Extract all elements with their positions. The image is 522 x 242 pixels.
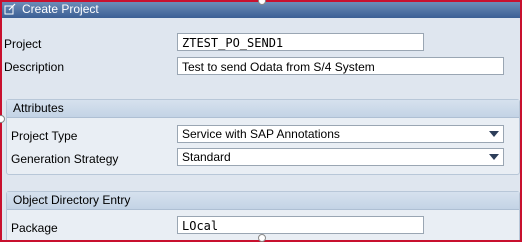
description-field[interactable]: Test to send Odata from S/4 System bbox=[177, 57, 504, 75]
create-project-icon bbox=[4, 3, 16, 15]
project-type-label: Project Type bbox=[11, 129, 78, 143]
generation-strategy-value: Standard bbox=[182, 150, 231, 164]
chevron-down-icon[interactable] bbox=[489, 131, 499, 137]
package-label: Package bbox=[11, 221, 58, 235]
generation-strategy-select[interactable]: Standard bbox=[177, 148, 504, 166]
project-label: Project bbox=[4, 37, 42, 51]
generation-strategy-label: Generation Strategy bbox=[11, 152, 119, 166]
project-field[interactable]: ZTEST_PO_SEND1 bbox=[177, 33, 424, 51]
chevron-down-icon[interactable] bbox=[489, 154, 499, 160]
package-field[interactable]: LOcal bbox=[177, 216, 424, 234]
project-type-value: Service with SAP Annotations bbox=[182, 127, 340, 141]
attributes-group-title: Attributes bbox=[7, 100, 519, 118]
object-directory-group-title: Object Directory Entry bbox=[7, 192, 519, 210]
description-label: Description bbox=[4, 60, 65, 74]
window-title: Create Project bbox=[22, 2, 99, 16]
create-project-dialog: Create Project Project ZTEST_PO_SEND1 De… bbox=[0, 0, 522, 242]
resize-handle-bottom[interactable] bbox=[258, 234, 266, 242]
project-type-select[interactable]: Service with SAP Annotations bbox=[177, 125, 504, 143]
